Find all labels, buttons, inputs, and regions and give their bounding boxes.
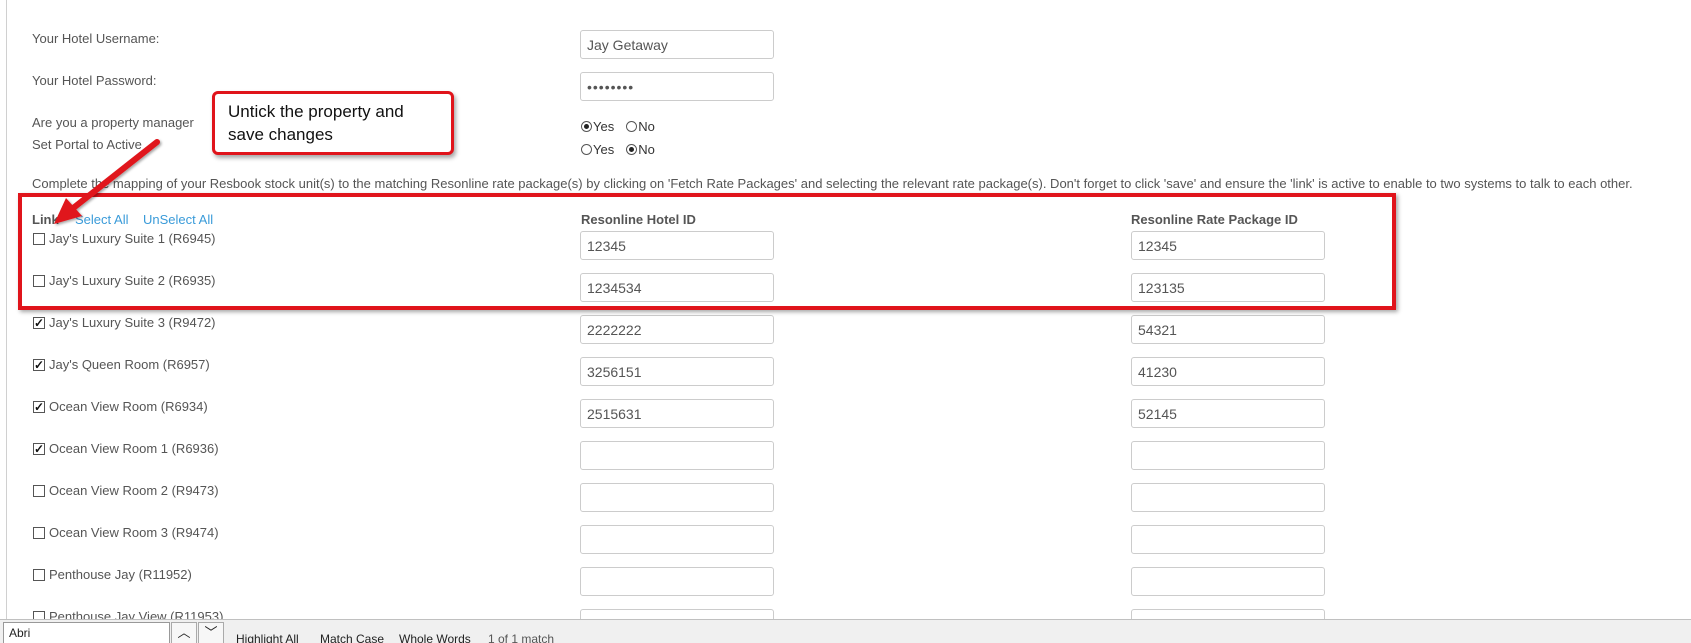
chevron-up-icon: ︿ bbox=[177, 625, 191, 640]
username-input[interactable] bbox=[580, 30, 774, 59]
mapping-row-label: ✓ Jay's Queen Room (R6957) bbox=[33, 357, 210, 372]
find-next-button[interactable]: ﹀ bbox=[198, 622, 224, 643]
mapping-row: Penthouse Jay (R11952) bbox=[0, 560, 1691, 602]
hotel-id-input[interactable] bbox=[580, 441, 774, 470]
mapping-row-label: Ocean View Room 2 (R9473) bbox=[33, 483, 219, 498]
link-checkbox[interactable] bbox=[33, 568, 45, 581]
portal-active-yes-label: Yes bbox=[593, 142, 615, 157]
link-checkbox[interactable] bbox=[33, 484, 45, 497]
find-previous-button[interactable]: ︿ bbox=[171, 622, 197, 643]
stock-unit-name: Jay's Queen Room (R6957) bbox=[49, 357, 210, 372]
portal-active-no-label: No bbox=[638, 142, 655, 157]
stock-unit-name: Ocean View Room 2 (R9473) bbox=[49, 483, 219, 498]
portal-active-radio-group: Yes No bbox=[581, 142, 667, 157]
hotel-id-input[interactable] bbox=[580, 525, 774, 554]
stock-unit-name: Jay's Luxury Suite 3 (R9472) bbox=[49, 315, 216, 330]
stock-unit-name: Ocean View Room 1 (R6936) bbox=[49, 441, 219, 456]
property-manager-yes-radio[interactable] bbox=[581, 121, 592, 132]
hotel-id-input[interactable] bbox=[580, 567, 774, 596]
rate-package-id-input[interactable] bbox=[1131, 441, 1325, 470]
page: Your Hotel Username: Your Hotel Password… bbox=[0, 0, 1691, 643]
mapping-row-label: Penthouse Jay (R11952) bbox=[33, 567, 192, 582]
link-checkbox[interactable]: ✓ bbox=[33, 316, 45, 329]
property-manager-no-radio[interactable] bbox=[626, 121, 638, 132]
mapping-row-label: ✓ Ocean View Room (R6934) bbox=[33, 399, 208, 414]
hotel-id-input[interactable] bbox=[580, 399, 774, 428]
stock-unit-name: Ocean View Room 3 (R9474) bbox=[49, 525, 219, 540]
chevron-down-icon: ﹀ bbox=[204, 625, 218, 640]
hotel-id-input[interactable] bbox=[580, 315, 774, 344]
password-input[interactable] bbox=[580, 72, 774, 101]
mapping-row: Ocean View Room 3 (R9474) bbox=[0, 518, 1691, 560]
rate-package-id-input[interactable] bbox=[1131, 483, 1325, 512]
highlight-all-toggle[interactable]: Highlight All bbox=[236, 632, 299, 643]
mapping-row: Ocean View Room 2 (R9473) bbox=[0, 476, 1691, 518]
property-manager-yes-label: Yes bbox=[593, 119, 615, 134]
hotel-id-input[interactable] bbox=[580, 357, 774, 386]
link-checkbox[interactable]: ✓ bbox=[33, 358, 45, 371]
mapping-row-label: ✓ Ocean View Room 1 (R6936) bbox=[33, 441, 219, 456]
stock-unit-name: Ocean View Room (R6934) bbox=[49, 399, 208, 414]
mapping-row-label: Ocean View Room 3 (R9474) bbox=[33, 525, 219, 540]
link-checkbox[interactable]: ✓ bbox=[33, 442, 45, 455]
annotation-arrow-icon bbox=[54, 139, 160, 224]
find-input[interactable] bbox=[3, 622, 170, 643]
stock-unit-name: Penthouse Jay (R11952) bbox=[49, 567, 192, 582]
property-manager-radio-group: Yes No bbox=[581, 119, 667, 134]
hotel-id-input[interactable] bbox=[580, 483, 774, 512]
mapping-row: ✓ Ocean View Room 1 (R6936) bbox=[0, 434, 1691, 476]
mapping-row: ✓ Jay's Luxury Suite 3 (R9472) bbox=[0, 308, 1691, 350]
match-case-toggle[interactable]: Match Case bbox=[320, 632, 384, 643]
rate-package-id-input[interactable] bbox=[1131, 315, 1325, 344]
link-checkbox[interactable]: ✓ bbox=[33, 400, 45, 413]
mapping-row-label: ✓ Jay's Luxury Suite 3 (R9472) bbox=[33, 315, 216, 330]
find-bar: ︿ ﹀ Highlight All Match Case Whole Words… bbox=[0, 619, 1691, 643]
mapping-row: ✓ Ocean View Room (R6934) bbox=[0, 392, 1691, 434]
property-manager-no-label: No bbox=[638, 119, 655, 134]
portal-active-yes-radio[interactable] bbox=[581, 144, 592, 155]
mapping-row: ✓ Jay's Queen Room (R6957) bbox=[0, 350, 1691, 392]
rate-package-id-input[interactable] bbox=[1131, 567, 1325, 596]
find-status: 1 of 1 match bbox=[488, 632, 555, 643]
link-checkbox[interactable] bbox=[33, 526, 45, 539]
rate-package-id-input[interactable] bbox=[1131, 525, 1325, 554]
whole-words-toggle[interactable]: Whole Words bbox=[399, 632, 471, 643]
portal-active-no-radio[interactable] bbox=[626, 144, 638, 155]
rate-package-id-input[interactable] bbox=[1131, 399, 1325, 428]
rate-package-id-input[interactable] bbox=[1131, 357, 1325, 386]
